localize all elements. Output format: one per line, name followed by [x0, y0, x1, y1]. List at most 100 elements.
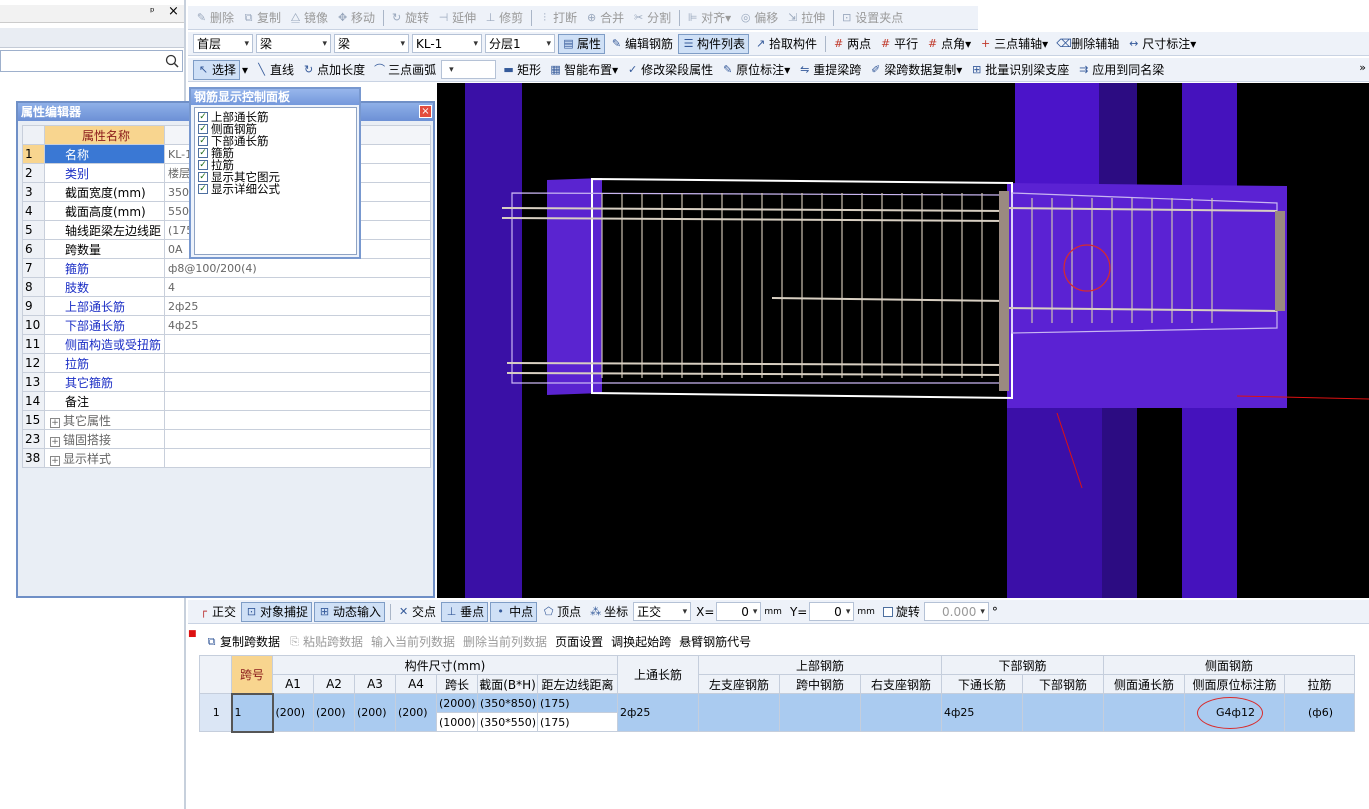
copy-span-data-button[interactable]: ✐ 梁跨数据复制 ▾ [866, 60, 965, 80]
bottom-rebar-cell[interactable] [1022, 693, 1104, 732]
midpoint-button[interactable]: • 中点 [490, 601, 538, 622]
table-row[interactable]: 1 1 (200) (200) (200) (200) (2000) (350*… [199, 692, 1355, 733]
component-select[interactable]: KL-1 [412, 34, 482, 53]
property-value[interactable]: 4ф25 [164, 315, 431, 335]
rotate-input[interactable]: 0.000 [923, 602, 989, 621]
dynamic-input-button[interactable]: ⊞ 动态输入 [314, 601, 386, 622]
offset-button[interactable]: ◎ 偏移 [736, 8, 781, 28]
right-support-cell[interactable] [860, 693, 942, 732]
expand-icon[interactable]: + [50, 455, 60, 466]
property-value[interactable] [164, 334, 431, 354]
paste-span-button[interactable]: ⎘ 粘贴跨数据 [285, 631, 366, 651]
checkbox-checked-icon[interactable]: ✓ [198, 124, 208, 134]
distance-cell[interactable]: (175) [537, 712, 618, 732]
move-button[interactable]: ✥ 移动 [333, 8, 378, 28]
property-row[interactable]: 15 + 其它属性 [22, 410, 431, 430]
parallel-button[interactable]: # 平行 [876, 34, 921, 54]
align-button[interactable]: ⊫ 对齐 ▾ [683, 8, 734, 28]
mid-span-cell[interactable] [779, 693, 861, 732]
a3-cell[interactable]: (200) [354, 693, 396, 732]
property-row[interactable]: 23 + 锚固搭接 [22, 429, 431, 449]
property-row[interactable]: 14 备注 [22, 391, 431, 411]
pick-component-button[interactable]: ↗ 拾取构件 [751, 34, 820, 54]
side-long-cell[interactable] [1103, 693, 1185, 732]
trim-button[interactable]: ⊥ 修剪 [481, 8, 526, 28]
extend-button[interactable]: ⊣ 延伸 [434, 8, 479, 28]
left-support-cell[interactable] [698, 693, 780, 732]
property-value[interactable]: ф8@100/200(4) [164, 258, 431, 278]
arc-mode-select[interactable] [441, 60, 497, 79]
smart-layout-button[interactable]: ▦ 智能布置 ▾ [546, 60, 621, 80]
checkbox-checked-icon[interactable]: ✓ [198, 184, 208, 194]
dimension-button[interactable]: ↔ 尺寸标注 ▾ [1124, 34, 1199, 54]
search-icon[interactable] [165, 54, 179, 68]
apply-same-name-button[interactable]: ⇉ 应用到同名梁 [1074, 60, 1167, 80]
property-row[interactable]: 11 侧面构造或受扭筋 [22, 334, 431, 354]
tie-cell[interactable]: (ф6) [1284, 693, 1355, 732]
copy-button[interactable]: ⧉ 复制 [239, 8, 284, 28]
merge-button[interactable]: ⊕ 合并 [582, 8, 627, 28]
modify-span-button[interactable]: ✓ 修改梁段属性 [623, 60, 716, 80]
delete-axis-button[interactable]: ⌫ 删除辅轴 [1053, 34, 1122, 54]
perpendicular-button[interactable]: ⊥ 垂点 [441, 601, 489, 622]
property-editor-close-icon[interactable]: × [419, 105, 432, 118]
property-row[interactable]: 38 + 显示样式 [22, 448, 431, 468]
cantilever-code-button[interactable]: 悬臂钢筋代号 [676, 631, 754, 651]
more-tools-icon[interactable]: » [1359, 61, 1366, 74]
copy-span-button[interactable]: ⧉ 复制跨数据 [202, 631, 283, 651]
floor-select[interactable]: 首层 [193, 34, 253, 53]
component-list-button[interactable]: ☰ 构件列表 [678, 33, 750, 54]
select-dropdown-icon[interactable]: ▾ [242, 63, 248, 77]
side-mark-cell[interactable]: G4ф12 [1184, 693, 1285, 732]
stretch-button[interactable]: ⇲ 拉伸 [783, 8, 828, 28]
checkbox-checked-icon[interactable]: ✓ [198, 160, 208, 170]
checkbox-checked-icon[interactable]: ✓ [198, 136, 208, 146]
vertex-button[interactable]: ⬠ 顶点 [539, 602, 584, 622]
grip-button[interactable]: ⊡ 设置夹点 [837, 8, 906, 28]
edit-rebar-button[interactable]: ✎ 编辑钢筋 [607, 34, 676, 54]
object-snap-button[interactable]: ⊡ 对象捕捉 [241, 601, 313, 622]
in-situ-mark-button[interactable]: ✎ 原位标注 ▾ [718, 60, 793, 80]
category-select[interactable]: 梁 [256, 34, 331, 53]
a4-cell[interactable]: (200) [395, 693, 437, 732]
split-button[interactable]: ✂ 分割 [629, 8, 674, 28]
3d-viewport[interactable] [437, 83, 1369, 598]
expand-icon[interactable]: + [50, 417, 60, 428]
checkbox-checked-icon[interactable]: ✓ [198, 172, 208, 182]
page-setup-button[interactable]: 页面设置 [552, 631, 606, 651]
a1-cell[interactable]: (200) [272, 693, 314, 732]
bottom-long-cell[interactable]: 4ф25 [941, 693, 1023, 732]
rectangle-button[interactable]: ▬ 矩形 [499, 60, 544, 80]
batch-identify-button[interactable]: ⊞ 批量识别梁支座 [967, 60, 1072, 80]
select-button[interactable]: ↖ 选择 [193, 59, 241, 80]
rotate-checkbox[interactable] [882, 606, 893, 617]
close-icon[interactable]: × [168, 4, 179, 19]
property-value[interactable] [164, 353, 431, 373]
rotate-button[interactable]: ↻ 旋转 [387, 8, 432, 28]
property-row[interactable]: 12 拉筋 [22, 353, 431, 373]
ortho-button[interactable]: ┌ 正交 [194, 602, 239, 622]
a2-cell[interactable]: (200) [313, 693, 355, 732]
point-angle-button[interactable]: # 点角 ▾ [923, 34, 974, 54]
span-length-cell[interactable]: (1000) [436, 712, 478, 732]
type-select[interactable]: 梁 [334, 34, 409, 53]
swap-start-span-button[interactable]: 调换起始跨 [608, 631, 674, 651]
property-value[interactable] [164, 410, 431, 430]
layer-select[interactable]: 分层1 [485, 34, 555, 53]
pin-icon[interactable]: ᵖ [150, 5, 155, 18]
input-column-button[interactable]: 输入当前列数据 [368, 631, 458, 651]
point-length-button[interactable]: ↻ 点加长度 [299, 60, 368, 80]
search-input[interactable] [0, 50, 183, 72]
three-point-axis-button[interactable]: + 三点辅轴 ▾ [976, 34, 1051, 54]
property-row[interactable]: 9 上部通长筋 2ф25 [22, 296, 431, 316]
checkbox-checked-icon[interactable]: ✓ [198, 112, 208, 122]
x-input[interactable]: 0 [716, 602, 762, 621]
property-row[interactable]: 10 下部通长筋 4ф25 [22, 315, 431, 335]
property-value[interactable] [164, 391, 431, 411]
delete-button[interactable]: ✎ 删除 [192, 8, 237, 28]
three-point-arc-button[interactable]: ⌒ 三点画弧 [370, 60, 439, 80]
intersection-button[interactable]: ✕ 交点 [394, 602, 439, 622]
properties-button[interactable]: ▤ 属性 [558, 33, 606, 54]
span-cell[interactable]: 1 [230, 692, 274, 733]
property-value[interactable] [164, 429, 431, 449]
